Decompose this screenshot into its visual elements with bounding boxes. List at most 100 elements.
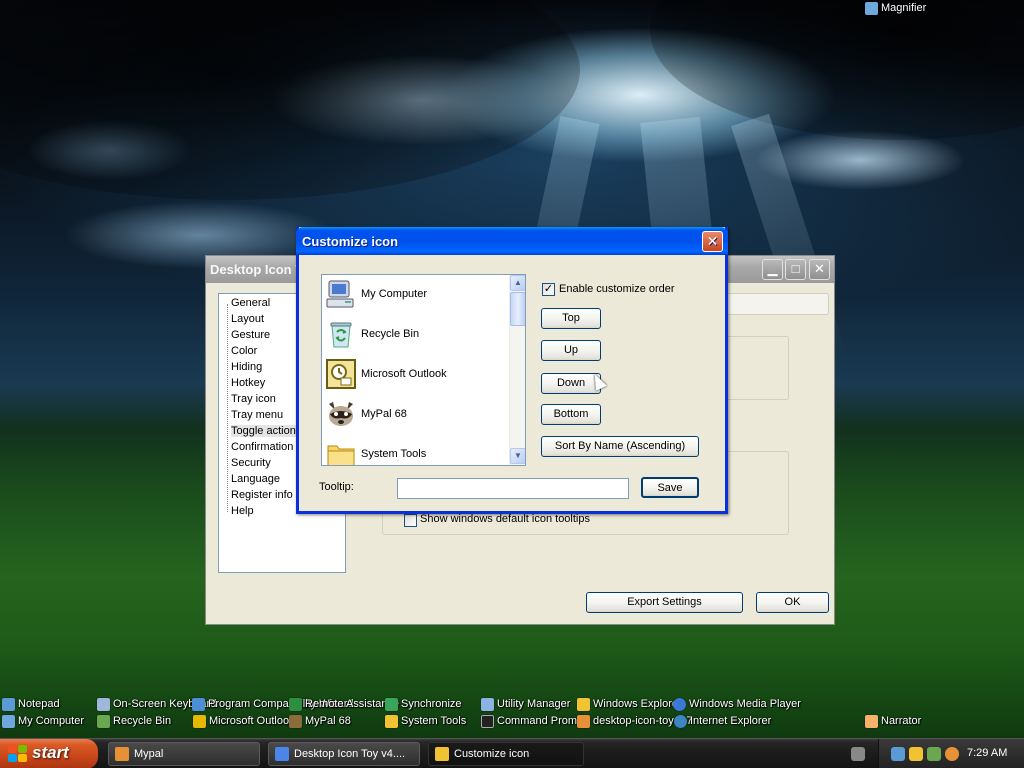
outlook-icon: [193, 714, 206, 728]
folder-icon: [435, 747, 449, 761]
maximize-button[interactable]: □: [785, 259, 806, 280]
tree-item-hiding[interactable]: Hiding: [231, 361, 262, 373]
desktop-icon-toy-icon: [275, 747, 289, 761]
minimize-button[interactable]: ▁: [762, 259, 783, 280]
list-item[interactable]: Recycle Bin: [325, 317, 505, 351]
clock[interactable]: 7:29 AM: [967, 747, 1007, 759]
desktop-icon-row: Notepad On-Screen Keyboard Program Compa…: [0, 696, 1024, 712]
desktop-shortcut-recycle-bin[interactable]: Recycle Bin: [97, 713, 171, 729]
keyboard-layout-icon[interactable]: [851, 747, 865, 761]
scroll-thumb[interactable]: [510, 292, 525, 326]
desktop-shortcut-microsoft-outlook[interactable]: Microsoft Outlook: [193, 713, 295, 729]
list-item[interactable]: MyPal 68: [325, 397, 505, 431]
list-scrollbar[interactable]: ▲ ▼: [509, 275, 525, 465]
desktop-shortcut-system-tools[interactable]: System Tools: [385, 713, 466, 729]
list-item[interactable]: My Computer: [325, 277, 505, 311]
network-icon[interactable]: [891, 747, 905, 761]
desktop-shortcut-utility-manager[interactable]: Utility Manager: [481, 696, 570, 712]
tree-item-confirmation[interactable]: Confirmation: [231, 441, 293, 453]
taskbar-item-mypal[interactable]: Mypal: [108, 742, 260, 766]
tree-item-register-info[interactable]: Register info: [231, 489, 293, 501]
enable-customize-order-checkbox[interactable]: ✓: [542, 283, 555, 296]
save-button[interactable]: Save: [641, 477, 699, 498]
dark-cloud-shape: [0, 0, 580, 200]
folder-icon: [577, 697, 590, 711]
desktop-shortcut-narrator[interactable]: Narrator: [865, 713, 921, 729]
taskbar-item-desktop-icon-toy[interactable]: Desktop Icon Toy v4....: [268, 742, 420, 766]
security-shield-icon[interactable]: [909, 747, 923, 761]
export-settings-button[interactable]: Export Settings: [586, 592, 743, 613]
list-item[interactable]: System Tools: [325, 437, 505, 465]
scroll-down-button[interactable]: ▼: [510, 448, 525, 464]
magnifier-icon[interactable]: [945, 747, 959, 761]
recycle-bin-icon: [97, 714, 110, 728]
notepad-icon: [2, 697, 15, 711]
folder-icon: [385, 714, 398, 728]
list-item[interactable]: Microsoft Outlook: [325, 357, 505, 391]
chevron-up-icon: ▲: [514, 278, 522, 287]
synchronize-icon: [385, 697, 398, 711]
compatibility-wizard-icon: [192, 697, 205, 711]
raccoon-icon: [289, 714, 302, 728]
dialog-titlebar[interactable]: Customize icon ✕: [296, 227, 728, 255]
ok-button[interactable]: OK: [756, 592, 829, 613]
command-prompt-icon: [481, 714, 494, 728]
outlook-icon: [325, 358, 357, 390]
dialog-close-button[interactable]: ✕: [702, 231, 723, 252]
remote-assistance-icon: [289, 697, 302, 711]
magnifier-icon: [865, 1, 878, 15]
desktop-shortcut-mypal[interactable]: MyPal 68: [289, 713, 351, 729]
tree-item-language[interactable]: Language: [231, 473, 280, 485]
computer-icon: [2, 714, 15, 728]
desktop-shortcut-command-prompt[interactable]: Command Prompt: [481, 713, 586, 729]
tree-item-layout[interactable]: Layout: [231, 313, 264, 325]
icon-order-list[interactable]: My Computer Recycle Bin Microsoft Outloo…: [321, 274, 526, 466]
recycle-bin-icon: [325, 318, 357, 350]
move-up-button[interactable]: Up: [541, 340, 601, 361]
checkmark-icon: ✓: [543, 283, 554, 295]
tree-item-security[interactable]: Security: [231, 457, 271, 469]
desktop-shortcut-remote-assistance[interactable]: Remote Assistance: [289, 696, 399, 712]
tree-item-tray-menu[interactable]: Tray menu: [231, 409, 283, 421]
folder-icon: [325, 438, 357, 465]
mypal-icon: [115, 747, 129, 761]
keyboard-icon: [97, 697, 110, 711]
tree-item-help[interactable]: Help: [231, 505, 254, 517]
desktop-shortcut-windows-explorer[interactable]: Windows Explorer: [577, 696, 682, 712]
customize-icon-dialog: Customize icon ✕ My Computer Recycle Bin…: [296, 227, 728, 514]
close-icon: ✕: [814, 261, 825, 276]
computer-icon: [325, 278, 357, 310]
chevron-down-icon: ▼: [514, 451, 522, 460]
close-button[interactable]: ✕: [809, 259, 830, 280]
tooltip-label: Tooltip:: [319, 481, 354, 493]
safely-remove-icon[interactable]: [927, 747, 941, 761]
desktop-shortcut-magnifier[interactable]: Magnifier: [865, 0, 926, 16]
sort-by-name-button[interactable]: Sort By Name (Ascending): [541, 436, 699, 457]
show-tooltips-label: Show windows default icon tooltips: [420, 513, 590, 525]
desktop-shortcut-notepad[interactable]: Notepad: [2, 696, 60, 712]
desktop-shortcut-synchronize[interactable]: Synchronize: [385, 696, 462, 712]
desktop-shortcut-my-computer[interactable]: My Computer: [2, 713, 84, 729]
internet-explorer-icon: [674, 714, 687, 728]
tree-item-color[interactable]: Color: [231, 345, 257, 357]
minimize-icon: ▁: [767, 261, 778, 276]
desktop-icon-row: My Computer Recycle Bin Microsoft Outloo…: [0, 713, 1024, 729]
tree-item-tray-icon[interactable]: Tray icon: [231, 393, 276, 405]
show-tooltips-checkbox[interactable]: [404, 514, 417, 527]
desktop-shortcut-internet-explorer[interactable]: Internet Explorer: [674, 713, 771, 729]
enable-customize-order-label: Enable customize order: [559, 283, 675, 295]
start-button[interactable]: start: [0, 739, 98, 768]
move-top-button[interactable]: Top: [541, 308, 601, 329]
tree-item-toggle-action[interactable]: Toggle action: [231, 425, 296, 437]
tree-item-general[interactable]: General: [231, 297, 270, 309]
tooltip-input[interactable]: [397, 478, 629, 499]
taskbar-item-customize-icon[interactable]: Customize icon: [428, 742, 584, 766]
desktop-shortcut-windows-media-player[interactable]: Windows Media Player: [673, 696, 801, 712]
tree-item-hotkey[interactable]: Hotkey: [231, 377, 265, 389]
media-player-icon: [673, 697, 686, 711]
scroll-up-button[interactable]: ▲: [510, 275, 525, 291]
move-bottom-button[interactable]: Bottom: [541, 404, 601, 425]
windows-logo-icon: [8, 745, 28, 763]
narrator-icon: [865, 714, 878, 728]
tree-item-gesture[interactable]: Gesture: [231, 329, 270, 341]
